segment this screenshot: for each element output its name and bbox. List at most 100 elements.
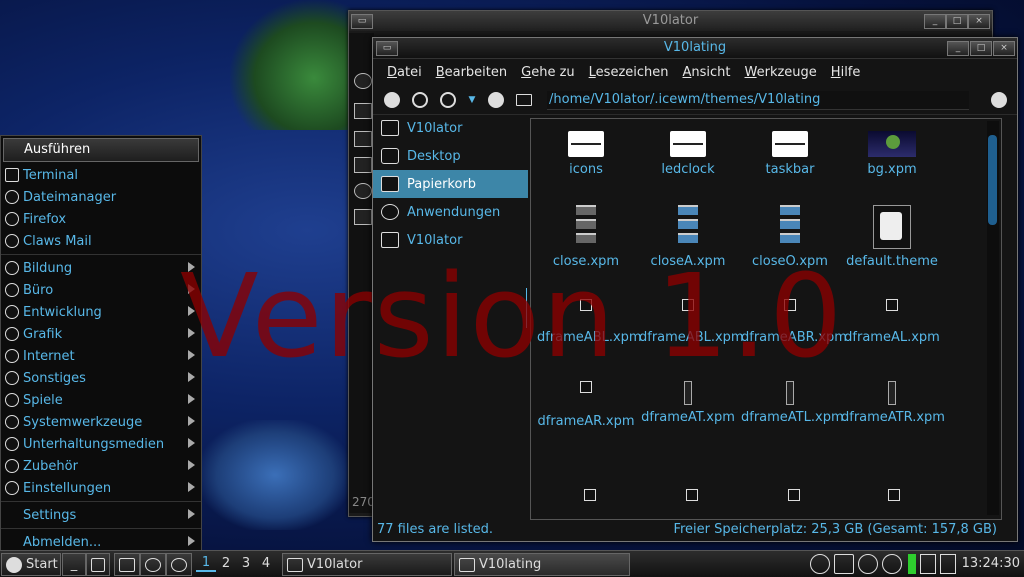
file-view-scrollbar[interactable] (987, 121, 999, 515)
menu-datei[interactable]: Datei (387, 65, 422, 80)
menu-ansicht[interactable]: Ansicht (683, 65, 731, 80)
file-item[interactable]: dframeABR.xpm (741, 299, 847, 346)
menu-hilfe[interactable]: Hilfe (831, 65, 861, 80)
sidebar-item-papierkorb[interactable]: Papierkorb (373, 170, 528, 198)
menu-lesezeichen[interactable]: Lesezeichen (589, 65, 669, 80)
menu-item-entwicklung[interactable]: Entwicklung (1, 301, 201, 323)
history-dropdown-icon[interactable]: ▼ (465, 95, 479, 105)
menu-item-unterhaltungsmedien[interactable]: Unterhaltungsmedien (1, 433, 201, 455)
file-item[interactable]: default.theme (841, 205, 943, 270)
menu-bearbeiten[interactable]: Bearbeiten (436, 65, 507, 80)
file-manager-window[interactable]: ▭ V10lating _ □ × Datei Bearbeiten Gehe … (372, 37, 1018, 542)
back-button[interactable] (381, 89, 403, 111)
minimize-icon[interactable]: _ (924, 14, 946, 29)
menu-gehe-zu[interactable]: Gehe zu (521, 65, 575, 80)
workspace-2[interactable]: 2 (216, 556, 236, 571)
show-desktop-button[interactable]: _ (62, 553, 86, 576)
scrollbar-thumb[interactable] (988, 135, 997, 225)
file-item[interactable]: dframeAR.xpm (537, 381, 635, 430)
submenu-arrow-icon (188, 482, 195, 492)
task-button-v10lating[interactable]: V10lating (454, 553, 630, 576)
file-item[interactable]: closeO.xpm (739, 205, 841, 270)
bluetooth-icon[interactable] (882, 554, 902, 574)
settings-icon (5, 481, 19, 495)
file-item[interactable]: dframeATL.xpm (741, 381, 844, 426)
menu-item-bildung[interactable]: Bildung (1, 257, 201, 279)
menu-separator (1, 501, 201, 502)
terminal-launcher[interactable] (114, 553, 140, 576)
file-item[interactable]: dframeAL.xpm (841, 299, 943, 346)
reload-button[interactable] (991, 92, 1007, 108)
task-button-v10lator[interactable]: V10lator (282, 553, 452, 576)
close-icon[interactable]: × (993, 41, 1015, 56)
location-bar[interactable]: /home/V10lator/.icewm/themes/V10lating (547, 90, 969, 110)
menu-item-settings[interactable]: Settings (1, 504, 201, 526)
file-name: dframeATL.xpm (741, 410, 844, 425)
clock[interactable]: 13:24:30 (962, 556, 1020, 571)
menu-item-einstellungen[interactable]: Einstellungen (1, 477, 201, 499)
xpm-icon[interactable] (888, 489, 900, 501)
file-item[interactable]: dframeABL.xpm (639, 299, 744, 346)
sidebar-item-desktop[interactable]: Desktop (373, 142, 528, 170)
drive-icon (354, 209, 372, 225)
start-button[interactable]: Start (1, 553, 61, 576)
menu-item-zubehoer[interactable]: Zubehör (1, 455, 201, 477)
menu-item-sonstiges[interactable]: Sonstiges (1, 367, 201, 389)
run-menu-item[interactable]: Ausführen (3, 138, 199, 162)
wifi-icon[interactable] (858, 554, 878, 574)
close-icon[interactable]: × (968, 14, 990, 29)
menu-item-claws-mail[interactable]: Claws Mail (1, 230, 201, 252)
file-item[interactable]: ledclock (637, 131, 739, 178)
workspace-3[interactable]: 3 (236, 556, 256, 571)
back-window-titlebar[interactable]: ▭ V10lator _ □ × (349, 11, 992, 31)
forward-button[interactable] (437, 89, 459, 111)
file-item[interactable]: dframeABL.xpm (537, 299, 642, 346)
folder-icon (354, 103, 372, 119)
xpm-icon (576, 205, 596, 249)
workspace-4[interactable]: 4 (256, 556, 276, 571)
file-view[interactable]: icons ledclock taskbar bg.xpm close.xpm … (530, 118, 1002, 520)
window-menu-icon[interactable]: ▭ (351, 14, 373, 29)
menu-item-buero[interactable]: Büro (1, 279, 201, 301)
maximize-icon[interactable]: □ (970, 41, 992, 56)
menu-item-systemwerkzeuge[interactable]: Systemwerkzeuge (1, 411, 201, 433)
back-button-2[interactable] (409, 89, 431, 111)
file-manager-launcher[interactable] (140, 553, 166, 576)
file-item[interactable]: closeA.xpm (637, 205, 739, 270)
menu-item-internet[interactable]: Internet (1, 345, 201, 367)
file-item[interactable]: bg.xpm (841, 131, 943, 178)
menu-item-terminal[interactable]: Terminal (1, 164, 201, 186)
maximize-icon[interactable]: □ (946, 14, 968, 29)
up-button[interactable] (485, 89, 507, 111)
window-menu-icon[interactable]: ▭ (376, 41, 398, 56)
sidebar-item-v10lator-drive[interactable]: V10lator (373, 226, 528, 254)
minimize-icon[interactable]: _ (947, 41, 969, 56)
file-item[interactable]: dframeAT.xpm (639, 381, 737, 426)
menu-item-firefox[interactable]: Firefox (1, 208, 201, 230)
file-item[interactable]: taskbar (739, 131, 841, 178)
menu-item-grafik[interactable]: Grafik (1, 323, 201, 345)
app-tray-icon[interactable] (834, 554, 854, 574)
file-item[interactable]: icons (535, 131, 637, 178)
xpm-icon[interactable] (686, 489, 698, 501)
file-name: bg.xpm (867, 162, 917, 177)
menu-item-dateimanager[interactable]: Dateimanager (1, 186, 201, 208)
file-item[interactable]: dframeATR.xpm (841, 381, 945, 426)
workspace-1[interactable]: 1 (196, 555, 216, 572)
xpm-icon[interactable] (584, 489, 596, 501)
menu-item-label: Claws Mail (23, 233, 92, 249)
sidebar-item-anwendungen[interactable]: Anwendungen (373, 198, 528, 226)
xpm-icon[interactable] (788, 489, 800, 501)
sidebar-item-v10lator[interactable]: V10lator (373, 114, 528, 142)
memory-monitor-icon (920, 554, 936, 574)
menu-item-spiele[interactable]: Spiele (1, 389, 201, 411)
back-icon (384, 92, 400, 108)
update-icon[interactable] (810, 554, 830, 574)
window-titlebar[interactable]: ▭ V10lating _ □ × (373, 38, 1017, 59)
menu-werkzeuge[interactable]: Werkzeuge (745, 65, 817, 80)
home-button[interactable] (513, 89, 535, 111)
window-list-button[interactable] (86, 553, 110, 576)
browser-launcher[interactable] (166, 553, 192, 576)
file-item[interactable]: close.xpm (535, 205, 637, 270)
task-label: V10lating (479, 557, 542, 572)
